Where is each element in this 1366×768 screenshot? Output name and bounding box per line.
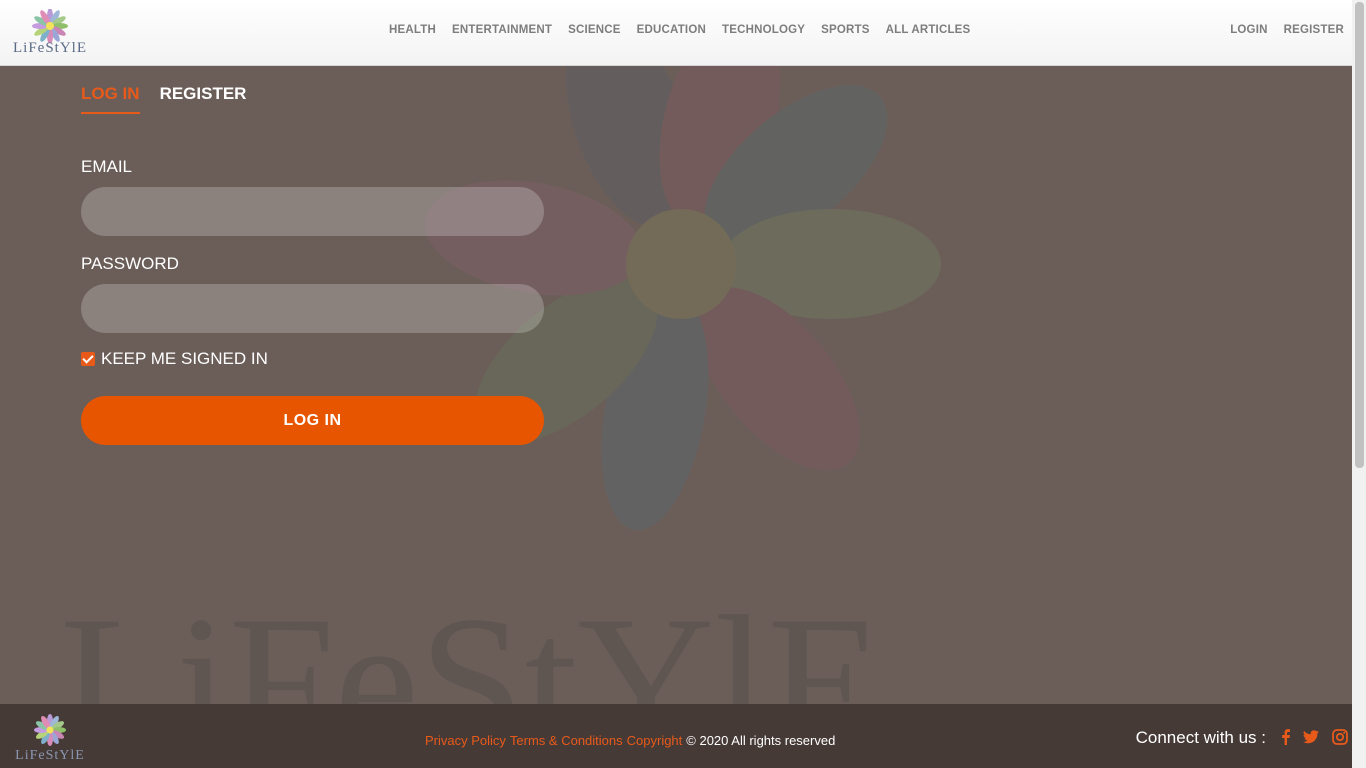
watermark-text: LiFeStYlE — [60, 578, 883, 704]
site-footer: LiFeStYlE Privacy Policy Terms & Conditi… — [0, 704, 1352, 768]
connect-label: Connect with us : — [1135, 728, 1266, 747]
header-login-link[interactable]: LOGIN — [1230, 24, 1267, 36]
log-in-button[interactable]: LOG IN — [81, 396, 544, 445]
auth-links: LOGIN REGISTER — [1230, 24, 1344, 36]
header-register-link[interactable]: REGISTER — [1284, 24, 1344, 36]
copyright-link[interactable]: Copyright — [627, 733, 683, 748]
site-header: LiFeStYlE HEALTH ENTERTAINMENT SCIENCE E… — [0, 0, 1352, 66]
footer-links: Privacy Policy Terms & Conditions Copyri… — [425, 733, 835, 748]
password-field[interactable] — [81, 284, 544, 333]
terms-link[interactable]: Terms & Conditions — [510, 733, 623, 748]
tab-register[interactable]: REGISTER — [160, 84, 247, 114]
footer-logo-text: LiFeStYlE — [15, 748, 85, 763]
twitter-icon[interactable] — [1302, 728, 1320, 746]
nav-entertainment[interactable]: ENTERTAINMENT — [452, 24, 552, 36]
nav-technology[interactable]: TECHNOLOGY — [722, 24, 805, 36]
auth-tabs: LOG IN REGISTER — [81, 84, 246, 114]
nav-health[interactable]: HEALTH — [389, 24, 436, 36]
main-nav: HEALTH ENTERTAINMENT SCIENCE EDUCATION T… — [389, 24, 970, 36]
nav-education[interactable]: EDUCATION — [637, 24, 706, 36]
keep-signed-in: KEEP ME SIGNED IN — [81, 349, 268, 369]
keep-signed-in-label: KEEP ME SIGNED IN — [101, 349, 268, 368]
page-scrollbar[interactable] — [1352, 0, 1366, 768]
copyright-text: © 2020 All rights reserved — [686, 733, 836, 748]
tab-log-in[interactable]: LOG IN — [81, 84, 140, 114]
flower-logo-icon — [34, 714, 66, 746]
nav-all-articles[interactable]: ALL ARTICLES — [886, 24, 971, 36]
facebook-icon[interactable] — [1277, 728, 1295, 746]
scrollbar-thumb[interactable] — [1355, 2, 1364, 468]
nav-science[interactable]: SCIENCE — [568, 24, 621, 36]
footer-logo[interactable]: LiFeStYlE — [5, 714, 95, 764]
email-field[interactable] — [81, 187, 544, 236]
background-flower-watermark: LiFeStYlE — [60, 66, 941, 704]
instagram-icon[interactable] — [1331, 728, 1349, 746]
flower-logo-icon — [32, 8, 68, 44]
password-label: PASSWORD — [81, 254, 179, 273]
privacy-policy-link[interactable]: Privacy Policy — [425, 733, 506, 748]
email-label: EMAIL — [81, 157, 133, 176]
keep-signed-in-checkbox[interactable] — [81, 352, 95, 366]
logo-text: LiFeStYlE — [12, 40, 87, 56]
nav-sports[interactable]: SPORTS — [821, 24, 870, 36]
login-page-main: LiFeStYlE — [0, 66, 1352, 704]
site-logo[interactable]: LiFeStYlE — [5, 8, 95, 57]
